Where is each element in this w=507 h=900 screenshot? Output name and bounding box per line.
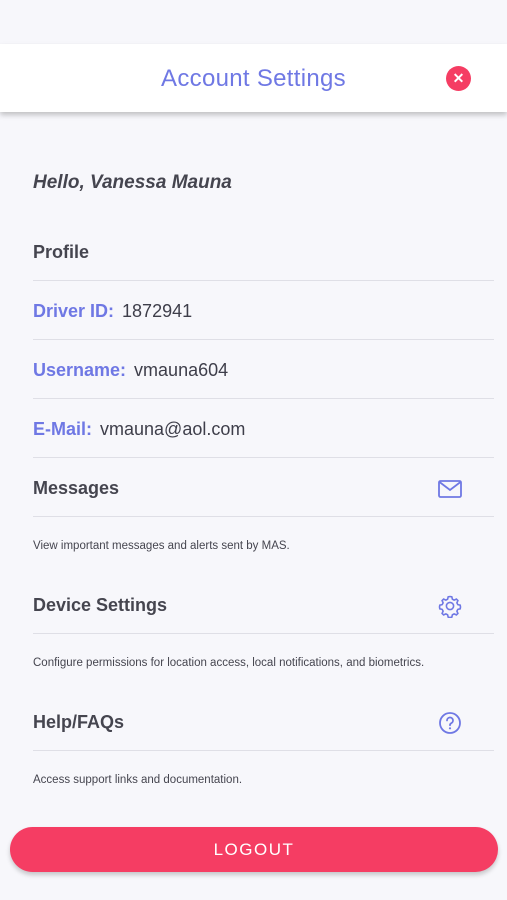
email-label: E-Mail: (33, 419, 93, 439)
device-settings-row[interactable]: Device Settings (33, 575, 494, 634)
driver-id-label: Driver ID: (33, 301, 115, 321)
help-label: Help/FAQs (33, 712, 125, 732)
greeting-text: Hello, Vanessa Mauna (33, 172, 232, 193)
help-description: Access support links and documentation. (33, 774, 243, 786)
question-circle-icon[interactable] (438, 711, 462, 735)
email-row: E-Mail: vmauna@aol.com (33, 399, 494, 458)
username-value: vmauna604 (134, 360, 229, 380)
messages-label: Messages (33, 478, 120, 498)
close-button[interactable]: ✕ (446, 66, 471, 91)
profile-section-header: Profile (33, 222, 494, 281)
email-value: vmauna@aol.com (100, 419, 246, 439)
header-bar: Account Settings ✕ (0, 44, 507, 112)
username-label: Username: (33, 360, 127, 380)
messages-row[interactable]: Messages (33, 458, 494, 517)
profile-heading: Profile (33, 242, 90, 262)
logout-button[interactable]: LOGOUT (10, 827, 498, 872)
help-row[interactable]: Help/FAQs (33, 692, 494, 751)
gear-icon[interactable] (438, 594, 462, 619)
messages-description: View important messages and alerts sent … (33, 540, 290, 552)
page-title: Account Settings (161, 65, 346, 92)
username-row: Username: vmauna604 (33, 340, 494, 399)
driver-id-value: 1872941 (122, 301, 193, 321)
envelope-icon[interactable] (438, 477, 462, 501)
device-settings-description: Configure permissions for location acces… (33, 657, 425, 669)
device-settings-label: Device Settings (33, 595, 168, 615)
driver-id-row: Driver ID: 1872941 (33, 281, 494, 340)
close-icon: ✕ (452, 70, 465, 86)
